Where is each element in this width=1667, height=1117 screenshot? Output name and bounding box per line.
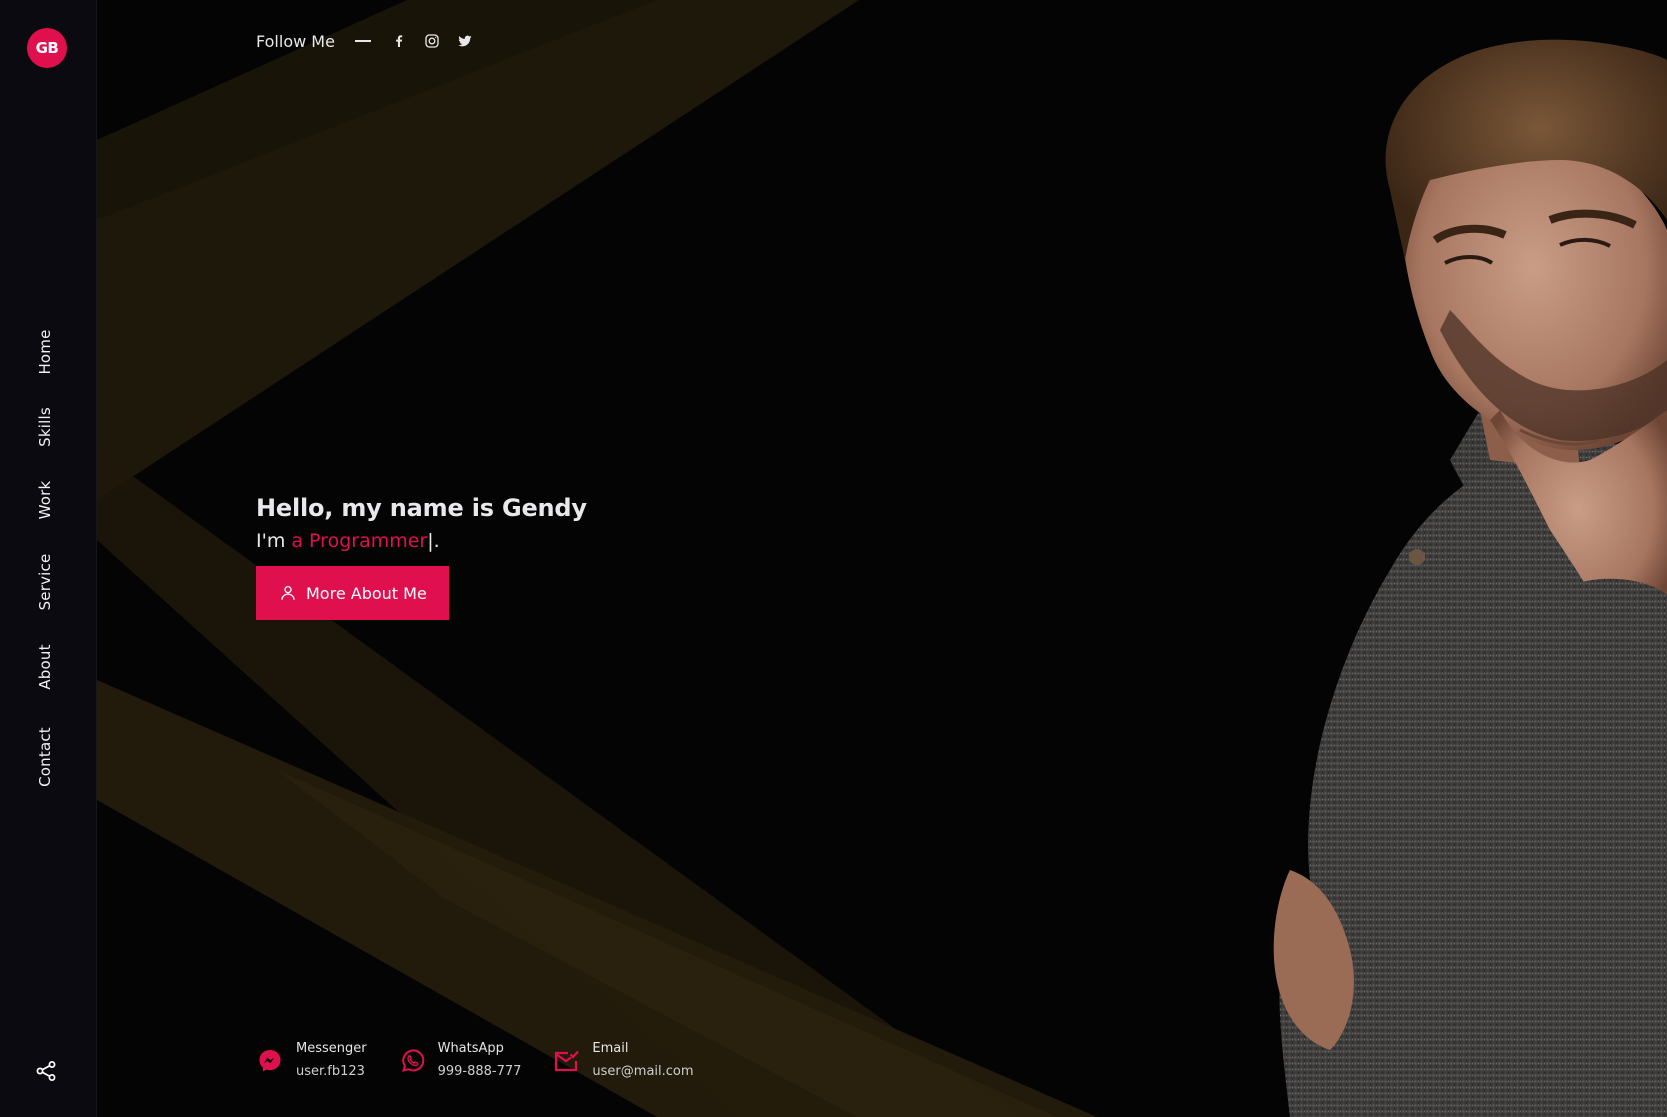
contact-email-text: Email user@mail.com [592,1040,693,1081]
whatsapp-icon [398,1047,426,1075]
hero-title: Hello, my name is Gendy [256,494,587,522]
contact-label: WhatsApp [437,1041,504,1056]
nav-item-work[interactable]: Work [36,481,54,520]
follow-me: Follow Me [256,28,490,54]
contact-messenger-text: Messenger user.fb123 [296,1040,367,1081]
hero-subtitle: I'm a Programmer|. [256,526,587,556]
beam-upper-inner [97,0,859,500]
nav-item-skills[interactable]: Skills [36,407,54,447]
nav-item-about[interactable]: About [36,644,54,689]
contact-label: Messenger [296,1041,367,1056]
messenger-icon [256,1047,284,1075]
logo[interactable]: GB [27,28,67,68]
hero: Hello, my name is Gendy I'm a Programmer… [256,490,587,620]
contact-whatsapp[interactable]: WhatsApp 999-888-777 [398,1040,522,1081]
more-about-me-button[interactable]: More About Me [256,566,449,620]
share-icon[interactable] [34,1059,58,1083]
facebook-icon[interactable] [391,33,408,50]
contact-value: 999-888-777 [437,1064,522,1079]
contact-whatsapp-text: WhatsApp 999-888-777 [438,1040,522,1081]
contact-label: Email [592,1041,629,1056]
contact-value: user.fb123 [296,1064,365,1079]
twitter-icon[interactable] [457,33,474,50]
contact-list: Messenger user.fb123 WhatsApp 999-888-77… [256,1040,725,1081]
profile-portrait [1273,39,1667,1117]
hero-subtitle-prefix: I'm [256,530,292,552]
email-icon [552,1047,580,1075]
hero-subtitle-suffix: . [433,530,440,552]
nav-item-contact[interactable]: Contact [36,727,54,787]
contact-messenger[interactable]: Messenger user.fb123 [256,1040,367,1081]
portfolio-page: GB Home Skills Work Service About Contac… [0,0,1667,1117]
sidebar: GB Home Skills Work Service About Contac… [0,0,97,1117]
follow-label: Follow Me [256,31,335,51]
nav-item-home[interactable]: Home [36,329,54,374]
more-about-me-label: More About Me [306,583,427,603]
user-icon [279,584,297,602]
hero-role: a Programmer [291,530,428,552]
contact-email[interactable]: Email user@mail.com [552,1040,694,1081]
nav-item-service[interactable]: Service [36,554,54,611]
contact-value: user@mail.com [592,1064,694,1079]
follow-divider [354,40,371,42]
instagram-icon[interactable] [424,33,441,50]
